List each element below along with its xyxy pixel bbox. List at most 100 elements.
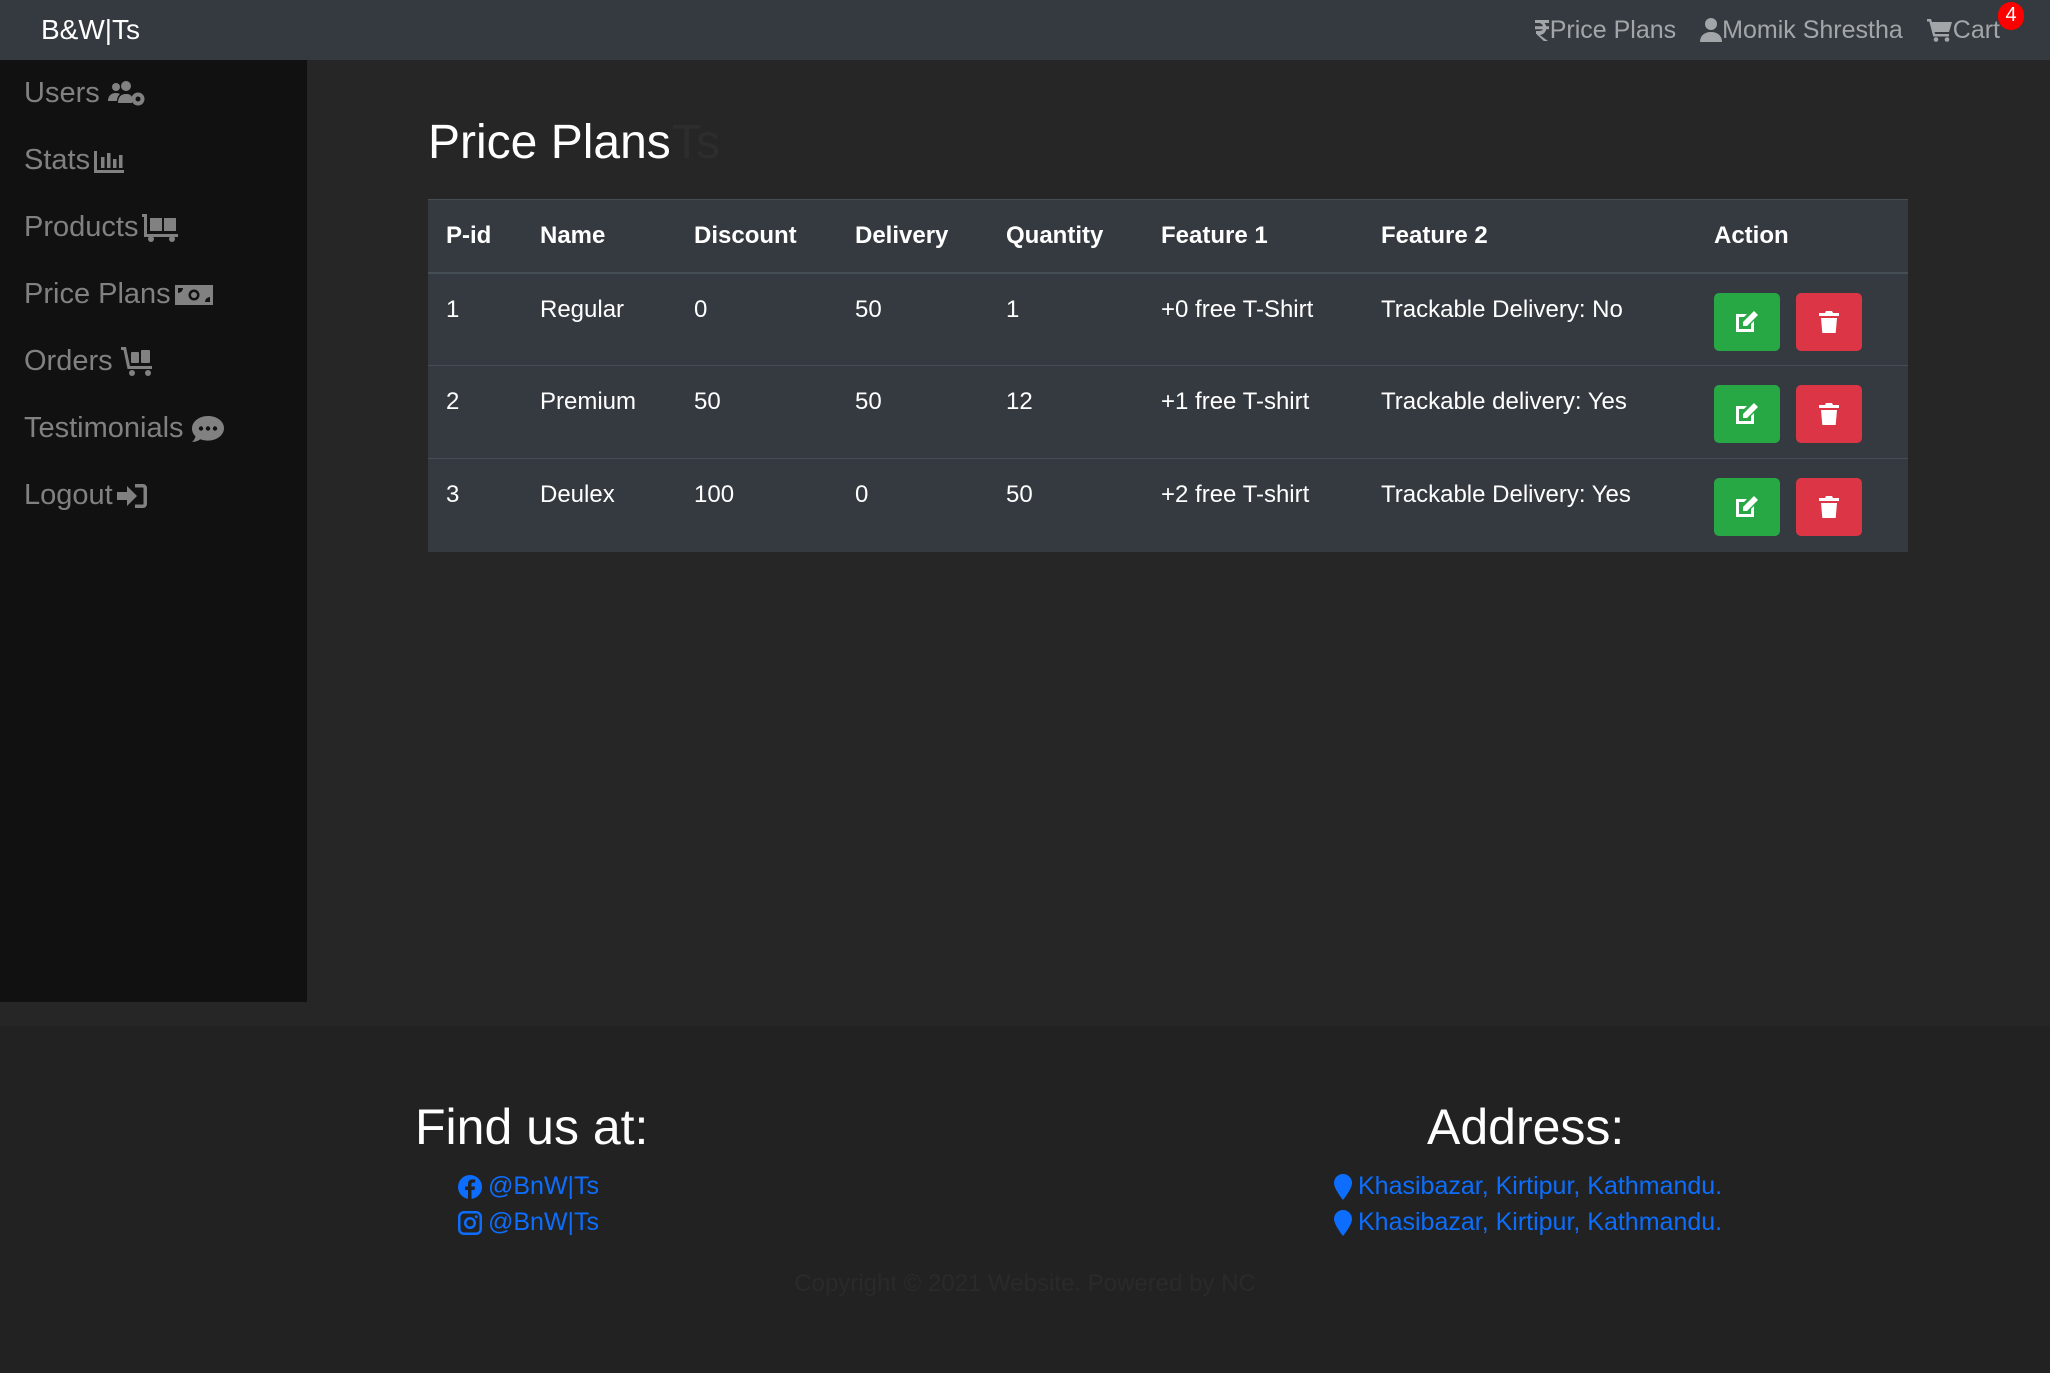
nav-cart-label: Cart (1952, 15, 2000, 44)
table-header-row: P-id Name Discount Delivery Quantity Fea… (428, 199, 1908, 274)
col-header-feature-2: Feature 2 (1363, 199, 1696, 274)
nav-links: Price Plans Momik Shrestha Cart 4 (1510, 1, 2024, 45)
price-plans-table: P-id Name Discount Delivery Quantity Fea… (428, 199, 1908, 552)
edit-icon (1736, 496, 1758, 517)
user-icon (1700, 18, 1723, 42)
delete-button[interactable] (1796, 478, 1862, 536)
cell-pid: 1 (428, 272, 522, 366)
sidebar-item-label: Users (24, 77, 100, 109)
sidebar-item-label: Logout (24, 479, 113, 511)
address-label-1: Khasibazar, Kirtipur, Kathmandu. (1358, 1172, 1723, 1200)
sidebar-item-users[interactable]: Users (0, 60, 307, 127)
edit-button[interactable] (1714, 478, 1780, 536)
cell-action (1696, 458, 1908, 552)
cell-feature-1: +1 free T-shirt (1143, 365, 1363, 459)
edit-button[interactable] (1714, 385, 1780, 443)
address-link-1[interactable]: Khasibazar, Kirtipur, Kathmandu. (1334, 1172, 1722, 1201)
delete-button[interactable] (1796, 385, 1862, 443)
sidebar-item-testimonials[interactable]: Testimonials (0, 395, 307, 462)
col-header-quantity: Quantity (988, 199, 1143, 274)
cell-action (1696, 365, 1908, 459)
col-header-discount: Discount (676, 199, 837, 274)
edit-icon (1736, 403, 1758, 424)
col-header-feature-1: Feature 1 (1143, 199, 1363, 274)
cell-name: Regular (522, 272, 676, 366)
cell-feature-1: +2 free T-shirt (1143, 458, 1363, 552)
trash-icon (1819, 310, 1839, 333)
instagram-link[interactable]: @BnW|Ts (458, 1208, 599, 1237)
sidebar-item-label: Products (24, 211, 139, 243)
sidebar-item-logout[interactable]: Logout (0, 462, 307, 529)
ghost-text: Ts (672, 116, 720, 169)
cart-count-badge: 4 (1998, 1, 2024, 30)
cell-feature-1: +0 free T-Shirt (1143, 272, 1363, 366)
cell-name: Premium (522, 365, 676, 459)
comment-dots-icon (191, 415, 224, 442)
copyright-text: Copyright © 2021 Website. Powered by NC (794, 1270, 1256, 1297)
nav-price-plans-label: Price Plans (1549, 15, 1677, 44)
facebook-link[interactable]: @BnW|Ts (458, 1172, 599, 1201)
sidebar-item-orders[interactable]: Orders (0, 328, 307, 395)
sidebar-item-label: Testimonials (24, 412, 184, 444)
col-header-pid: P-id (428, 199, 522, 274)
cell-delivery: 50 (837, 365, 988, 459)
cell-discount: 50 (676, 365, 837, 459)
cell-pid: 2 (428, 365, 522, 459)
cart-flatbed-icon (120, 346, 152, 376)
trash-icon (1819, 403, 1839, 425)
top-navbar: B&W|Ts Price Plans Momik Shrestha Cart 4 (0, 0, 2050, 60)
cell-delivery: 0 (837, 458, 988, 552)
cell-quantity: 50 (988, 458, 1143, 552)
brand-logo[interactable]: B&W|Ts (41, 14, 140, 46)
cell-feature-2: Trackable delivery: Yes (1363, 365, 1696, 459)
table-row: 3 Deulex 100 0 50 +2 free T-shirt Tracka… (428, 458, 1908, 552)
nav-user-label: Momik Shrestha (1722, 15, 1903, 44)
nav-price-plans-link[interactable]: Price Plans (1534, 16, 1676, 45)
sign-out-icon (116, 483, 147, 508)
map-marker-icon (1334, 1209, 1352, 1236)
sidebar-item-stats[interactable]: Stats (0, 127, 307, 194)
sidebar-item-products[interactable]: Products (0, 194, 307, 261)
find-us-title: Find us at: (415, 1099, 649, 1155)
cell-discount: 100 (676, 458, 837, 552)
address-label-2: Khasibazar, Kirtipur, Kathmandu. (1358, 1208, 1723, 1236)
col-header-action: Action (1696, 199, 1908, 274)
nav-cart-link[interactable]: Cart 4 (1926, 1, 2024, 45)
dolly-flatbed-icon (142, 213, 179, 242)
footer-separator (0, 1002, 2050, 1026)
sidebar: Users Stats Products Price Plans Orders … (0, 60, 307, 1002)
cell-quantity: 1 (988, 272, 1143, 366)
sidebar-item-label: Price Plans (24, 278, 171, 310)
map-marker-icon (1334, 1173, 1352, 1200)
nav-user-link[interactable]: Momik Shrestha (1700, 16, 1903, 45)
trash-icon (1819, 496, 1839, 518)
address-link-2[interactable]: Khasibazar, Kirtipur, Kathmandu. (1334, 1208, 1722, 1237)
table-row: 2 Premium 50 50 12 +1 free T-shirt Track… (428, 365, 1908, 459)
cell-feature-2: Trackable Delivery: No (1363, 272, 1696, 366)
cell-quantity: 12 (988, 365, 1143, 459)
col-header-name: Name (522, 199, 676, 274)
edit-button[interactable] (1714, 292, 1780, 351)
sidebar-item-label: Stats (24, 144, 91, 176)
cell-delivery: 50 (837, 272, 988, 366)
cell-pid: 3 (428, 458, 522, 552)
cart-icon (1926, 19, 1952, 42)
money-bill-icon (174, 284, 213, 305)
cell-discount: 0 (676, 272, 837, 366)
sidebar-item-price-plans[interactable]: Price Plans (0, 261, 307, 328)
instagram-label: @BnW|Ts (488, 1208, 600, 1236)
facebook-icon (458, 1174, 482, 1199)
address-title: Address: (1427, 1099, 1625, 1155)
instagram-icon (458, 1210, 482, 1235)
table-row: 1 Regular 0 50 1 +0 free T-Shirt Trackab… (428, 272, 1908, 366)
rupee-icon (1534, 20, 1549, 41)
users-cog-icon (107, 80, 145, 105)
cell-name: Deulex (522, 458, 676, 552)
cell-action (1696, 272, 1908, 366)
facebook-label: @BnW|Ts (488, 1172, 600, 1200)
delete-button[interactable] (1796, 292, 1862, 351)
footer (0, 1026, 2050, 1376)
sidebar-item-label: Orders (24, 345, 113, 377)
cell-feature-2: Trackable Delivery: Yes (1363, 458, 1696, 552)
edit-icon (1736, 310, 1758, 332)
